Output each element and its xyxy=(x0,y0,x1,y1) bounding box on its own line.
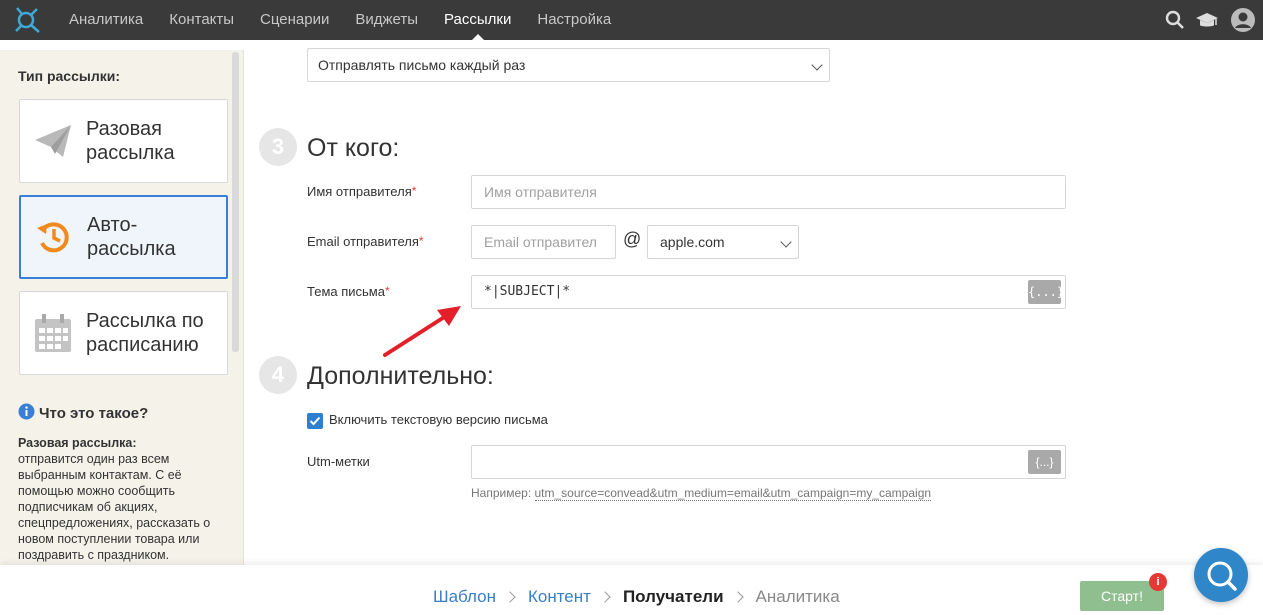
step-template[interactable]: Шаблон xyxy=(433,587,496,607)
type-card-label: Разовая рассылка xyxy=(86,118,175,164)
chevron-right-icon xyxy=(731,591,744,603)
text-version-checkbox[interactable] xyxy=(307,413,323,429)
main-content: Отправлять письмо каждый раз 3 От кого: … xyxy=(245,40,1263,565)
step-content[interactable]: Контент xyxy=(528,587,591,607)
utm-input[interactable]: {...} xyxy=(471,445,1066,479)
step-recipients[interactable]: Получатели xyxy=(623,587,724,607)
paper-plane-icon xyxy=(20,123,86,159)
subject-label-text: Тема письма xyxy=(307,284,385,299)
user-avatar-icon[interactable] xyxy=(1223,0,1263,40)
sender-email-label: Email отправителя* xyxy=(307,234,424,249)
send-mode-select[interactable]: Отправлять письмо каждый раз xyxy=(307,48,830,82)
help-body: Разовая рассылка: отправится один раз вс… xyxy=(18,435,223,563)
section-title-from: От кого: xyxy=(307,134,400,162)
sidebar-title: Тип рассылки: xyxy=(18,68,121,84)
subject-input[interactable]: *|SUBJECT|* {...} xyxy=(471,275,1066,309)
sender-name-input[interactable]: Имя отправителя xyxy=(471,175,1066,209)
subject-tags-button[interactable]: {...} xyxy=(1028,280,1064,304)
graduation-cap-icon[interactable] xyxy=(1191,0,1223,40)
help-chat-button[interactable] xyxy=(1194,548,1248,602)
nav-contacts[interactable]: Контакты xyxy=(156,0,247,40)
sender-name-label: Имя отправителя* xyxy=(307,184,416,199)
required-mark: * xyxy=(384,284,390,298)
auto-clock-icon xyxy=(21,218,87,256)
type-card-one-time[interactable]: Разовая рассылка xyxy=(19,99,228,183)
sidebar: Тип рассылки: Разовая рассылка Авто-расс… xyxy=(0,50,244,570)
search-icon[interactable] xyxy=(1159,0,1191,40)
utm-hint-prefix: Например: xyxy=(471,486,532,500)
help-title-text: Что это такое? xyxy=(39,405,149,422)
chevron-down-icon xyxy=(811,59,823,71)
help-heading: Разовая рассылка: xyxy=(18,436,137,450)
wizard-steps: Шаблон Контент Получатели Аналитика xyxy=(433,587,840,607)
utm-tags-button[interactable]: {...} xyxy=(1028,450,1061,474)
subject-value: *|SUBJECT|* xyxy=(484,284,571,299)
required-mark: * xyxy=(418,234,424,248)
section-title-additional: Дополнительно: xyxy=(307,362,494,390)
help-title: Что это такое? xyxy=(18,403,148,424)
required-mark: * xyxy=(411,184,417,198)
notification-badge[interactable]: i xyxy=(1149,573,1167,591)
nav-analytics[interactable]: Аналитика xyxy=(56,0,156,40)
text-version-label[interactable]: Включить текстовую версию письма xyxy=(329,412,548,427)
nav-mailings[interactable]: Рассылки xyxy=(431,0,524,40)
sender-email-label-text: Email отправителя xyxy=(307,234,419,249)
sender-email-input[interactable]: Email отправител xyxy=(471,225,616,259)
help-text: отправится один раз всем выбранным конта… xyxy=(18,452,211,562)
checkmark-icon xyxy=(309,416,321,426)
step-number-3: 3 xyxy=(259,128,297,166)
email-domain-select[interactable]: apple.com xyxy=(647,225,799,259)
sidebar-scrollbar[interactable] xyxy=(232,52,239,352)
utm-label: Utm-метки xyxy=(307,454,370,469)
step-number-4: 4 xyxy=(259,356,297,394)
subject-label: Тема письма* xyxy=(307,284,390,299)
chevron-right-icon xyxy=(504,591,516,603)
chevron-down-icon xyxy=(780,236,792,248)
step-analytics: Аналитика xyxy=(755,587,840,606)
sender-name-label-text: Имя отправителя xyxy=(307,184,412,199)
utm-hint-example[interactable]: utm_source=convead&utm_medium=email&utm_… xyxy=(534,486,932,501)
chevron-right-icon xyxy=(599,591,611,603)
wizard-footer: Шаблон Контент Получатели Аналитика Стар… xyxy=(0,565,1263,615)
email-domain-value: apple.com xyxy=(660,234,725,250)
send-mode-value: Отправлять письмо каждый раз xyxy=(318,57,526,73)
top-navigation: Аналитика Контакты Сценарии Виджеты Расс… xyxy=(0,0,1263,40)
info-icon xyxy=(18,403,35,424)
nav-widgets[interactable]: Виджеты xyxy=(342,0,431,40)
top-right-icons xyxy=(1159,0,1263,40)
utm-hint: Например: utm_source=convead&utm_medium=… xyxy=(471,486,932,501)
nav-settings[interactable]: Настройка xyxy=(524,0,624,40)
type-card-label: Авто-рассылка xyxy=(87,214,176,260)
nav-scenarios[interactable]: Сценарии xyxy=(247,0,342,40)
red-arrow-annotation xyxy=(383,306,461,357)
type-card-label: Рассылка по расписанию xyxy=(86,310,204,356)
logo-icon[interactable] xyxy=(0,0,56,40)
type-card-scheduled[interactable]: Рассылка по расписанию xyxy=(19,291,228,375)
type-card-auto[interactable]: Авто-рассылка xyxy=(19,195,228,279)
search-chat-icon xyxy=(1207,561,1237,591)
at-sign: @ xyxy=(623,229,642,249)
calendar-icon xyxy=(20,313,86,353)
